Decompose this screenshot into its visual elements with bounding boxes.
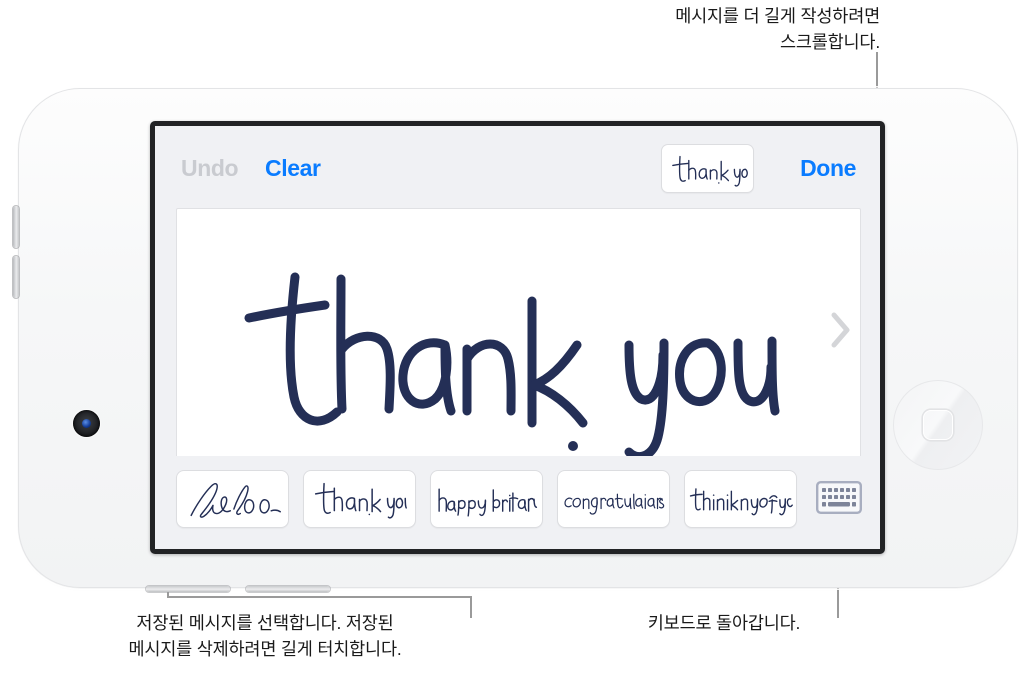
callout-saved-messages-caption: 저장된 메시지를 선택합니다. 저장된 메시지를 삭제하려면 길게 터치합니다. [128,613,402,659]
saved-message-congratulations[interactable] [557,470,670,528]
screen-bezel: Undo Clear Done [150,121,885,554]
done-button[interactable]: Done [800,155,856,182]
handwriting-preview-thumbnail[interactable] [661,144,754,193]
saved-messages-strip [155,456,880,549]
saved-message-thank-you[interactable] [303,470,416,528]
saved-message-happy-birthday-ink [437,488,537,517]
saved-message-thinking-of-you[interactable] [684,470,797,528]
saved-message-congratulations-ink [563,493,664,515]
saved-message-hello[interactable] [176,470,289,528]
home-button[interactable] [893,380,983,470]
saved-message-happy-birthday[interactable] [430,470,543,528]
volume-up-button[interactable] [13,206,19,248]
preview-thank-you-ink [671,155,748,187]
saved-message-thinking-of-you-ink [689,488,793,516]
clear-button[interactable]: Clear [265,155,321,182]
saved-message-hello-ink [189,483,281,518]
chevron-right-icon[interactable] [830,312,852,348]
device-body: Undo Clear Done [13,83,1023,593]
keyboard-icon[interactable] [816,481,862,514]
home-button-square-icon [923,410,953,440]
handwriting-canvas[interactable] [176,208,861,458]
device-screen: Undo Clear Done [155,126,880,549]
speaker-slot-left [146,586,230,592]
leader-line-bottomleft-horizontal [167,596,472,598]
screenshot-root: 메시지를 더 길게 작성하려면 스크롤합니다. 저장된 메시지를 선택합니다. … [0,0,1032,684]
leader-line-bottomleft-vertical-b [470,596,472,618]
handwriting-ink-thank-you [244,272,780,457]
callout-keyboard-caption: 키보드로 돌아갑니다. [647,613,801,633]
digital-touch-toolbar: Undo Clear Done [155,126,880,208]
lightning-port-slot [246,586,330,592]
undo-button[interactable]: Undo [181,155,239,182]
front-camera-lens [73,410,100,437]
saved-message-thank-you-ink [314,482,407,519]
callout-scroll-caption: 메시지를 더 길게 작성하려면 스크롤합니다. [675,6,880,52]
volume-down-button[interactable] [13,256,19,298]
